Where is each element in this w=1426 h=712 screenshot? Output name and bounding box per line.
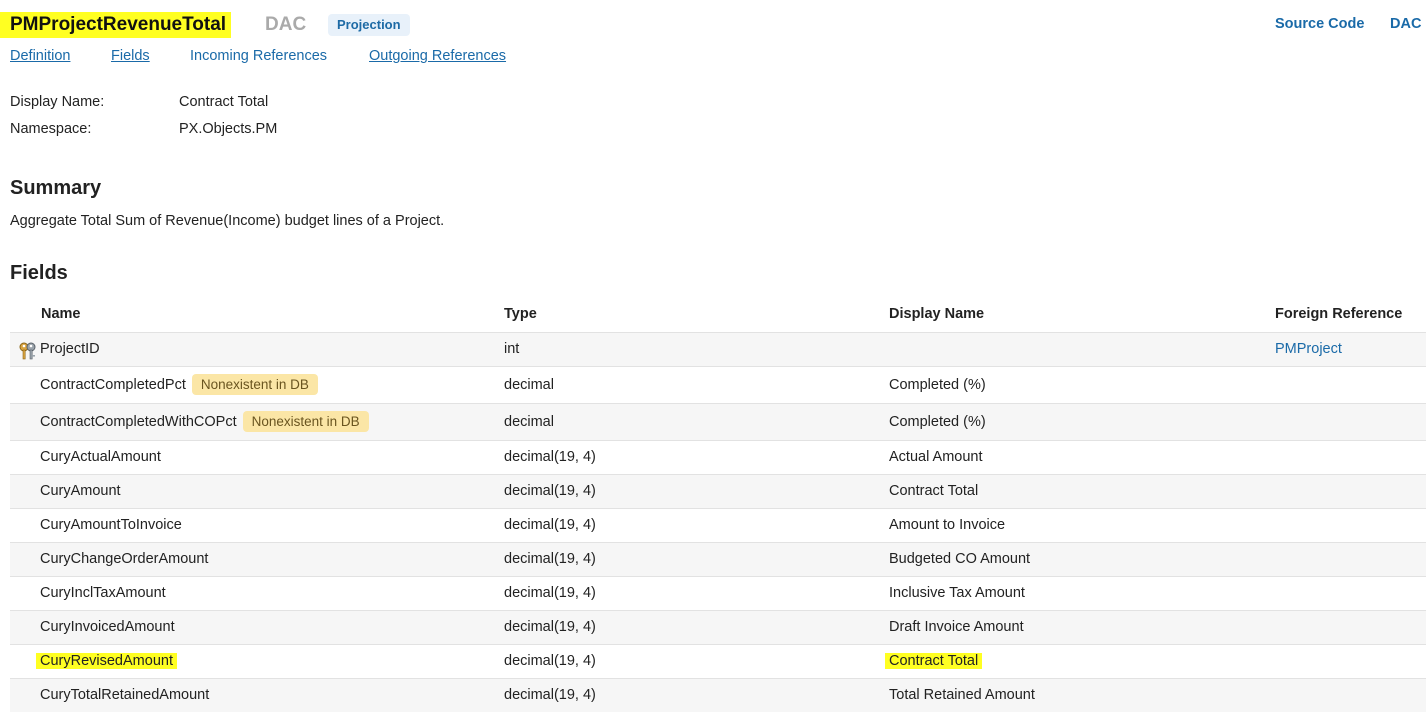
table-row: CuryAmountToInvoice decimal(19, 4) Amoun… [10,507,1426,542]
field-name-cell: ContractCompletedWithCOPct Nonexistent in… [10,402,504,440]
display-name-value: Contract Total [179,94,269,110]
field-type: decimal [504,402,889,440]
field-name: CuryTotalRetainedAmount [40,687,210,704]
field-foreign-reference [1275,507,1426,542]
tab-definition[interactable]: Definition [10,48,70,64]
entity-kind: DAC [265,14,307,35]
table-row: ContractCompletedWithCOPct Nonexistent in… [10,402,1426,440]
field-foreign-reference [1275,643,1426,678]
field-name-cell: CuryActualAmount [10,439,504,474]
column-header-name: Name [41,306,81,323]
field-display-name-cell: Contract Total [885,643,1275,678]
namespace-label: Namespace: [10,121,92,137]
table-row: ContractCompletedPct Nonexistent in DB de… [10,365,1426,403]
field-type: decimal(19, 4) [504,439,889,474]
nonexistent-in-db-badge: Nonexistent in DB [242,411,369,432]
key-icon [19,342,36,359]
display-name-label: Display Name: [10,94,105,110]
field-name: CuryInclTaxAmount [40,585,166,601]
field-display-name: Inclusive Tax Amount [889,575,1275,610]
field-display-name: Draft Invoice Amount [889,609,1275,644]
table-row: CuryInvoicedAmount decimal(19, 4) Draft … [10,609,1426,644]
summary-heading: Summary [10,177,102,199]
field-foreign-reference [1275,365,1426,403]
tab-fields[interactable]: Fields [111,48,150,64]
field-foreign-reference: PMProject [1275,331,1426,366]
field-name-cell: CuryAmount [10,473,504,508]
field-type: decimal(19, 4) [504,541,889,576]
page-title: PMProjectRevenueTotal [0,12,232,38]
field-display-name: Amount to Invoice [889,507,1275,542]
field-name: ContractCompletedWithCOPct [40,414,237,430]
field-type: decimal(19, 4) [504,575,889,610]
field-name-cell: CuryInclTaxAmount [10,575,504,610]
fields-table: Name Type Display Name Foreign Reference… [10,297,1426,712]
field-display-name: Contract Total [889,473,1275,508]
field-name-cell: ProjectID [10,331,504,366]
field-type: decimal(19, 4) [504,609,889,644]
column-header-type: Type [504,306,537,323]
display-name-row: Display Name: Contract Total [10,94,510,121]
page-header: PMProjectRevenueTotal DAC Projection Sou… [0,10,1426,40]
field-display-name: Actual Amount [889,439,1275,474]
nonexistent-in-db-badge: Nonexistent in DB [191,374,318,395]
field-name-cell: ContractCompletedPct Nonexistent in DB [10,365,504,403]
fields-heading: Fields [10,262,68,284]
field-name: CuryRevisedAmount [36,653,177,669]
table-row: CuryInclTaxAmount decimal(19, 4) Inclusi… [10,575,1426,610]
namespace-row: Namespace: PX.Objects.PM [10,121,510,148]
field-type: decimal [504,365,889,403]
field-name: CuryInvoicedAmount [40,619,175,635]
column-header-foreign-reference: Foreign Reference [1275,306,1403,323]
field-name-cell: CuryInvoicedAmount [10,609,504,644]
field-name: CuryAmount [40,483,121,499]
field-foreign-reference [1275,609,1426,644]
column-header-display-name: Display Name [889,306,985,323]
field-name-cell: CuryAmountToInvoice [10,507,504,542]
field-foreign-reference [1275,541,1426,576]
table-header-row: Name Type Display Name Foreign Reference [10,297,1426,332]
field-name: CuryActualAmount [40,449,161,465]
foreign-reference-link[interactable]: PMProject [1275,341,1342,357]
field-name: ContractCompletedPct [40,377,186,393]
field-foreign-reference [1275,473,1426,508]
field-type: decimal(19, 4) [504,507,889,542]
field-name: CuryAmountToInvoice [40,517,182,533]
field-display-name [889,331,1275,366]
table-row-highlighted: CuryRevisedAmount decimal(19, 4) Contrac… [10,643,1426,678]
dac-link[interactable]: DAC [1390,16,1421,32]
table-row: CuryAmount decimal(19, 4) Contract Total [10,473,1426,508]
source-code-link[interactable]: Source Code [1275,16,1364,32]
tab-incoming-references[interactable]: Incoming References [190,48,327,64]
field-name-cell: CuryChangeOrderAmount [10,541,504,576]
table-row: CuryActualAmount decimal(19, 4) Actual A… [10,439,1426,474]
field-display-name: Completed (%) [889,365,1275,403]
tab-outgoing-references[interactable]: Outgoing References [369,48,506,64]
field-type: decimal(19, 4) [504,473,889,508]
field-foreign-reference [1275,575,1426,610]
field-name-cell: CuryRevisedAmount [10,643,504,678]
summary-text: Aggregate Total Sum of Revenue(Income) b… [10,213,445,229]
field-name: CuryChangeOrderAmount [40,551,209,567]
table-row: ProjectID int PMProject [10,331,1426,366]
namespace-value: PX.Objects.PM [179,121,278,137]
field-display-name: Contract Total [885,653,983,669]
field-foreign-reference [1275,402,1426,440]
field-display-name: Completed (%) [889,402,1275,440]
dac-properties: Display Name: Contract Total Namespace: … [10,94,510,148]
table-row: CuryChangeOrderAmount decimal(19, 4) Bud… [10,541,1426,576]
field-type: int [504,331,889,366]
field-foreign-reference [1275,439,1426,474]
field-type: decimal(19, 4) [504,643,889,678]
field-display-name: Budgeted CO Amount [889,541,1275,576]
projection-badge: Projection [328,14,410,36]
field-name: ProjectID [40,341,100,357]
